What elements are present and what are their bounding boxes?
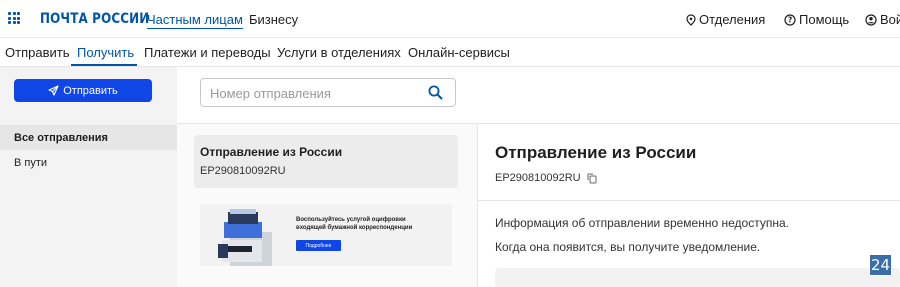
offices-label: Отделения (699, 12, 766, 27)
promo-text: Воспользуйтесь услугой оцифровки входяще… (296, 217, 413, 231)
active-tab-underline (71, 64, 137, 66)
subnav-payments[interactable]: Платежи и переводы (144, 45, 271, 60)
tracking-search (200, 78, 456, 107)
location-pin-icon (686, 13, 696, 26)
corner-badge: 24 (869, 254, 892, 276)
help-label: Помощь (799, 12, 850, 27)
apps-grid-icon[interactable] (8, 12, 20, 24)
search-icon[interactable] (428, 85, 443, 100)
subnav-receive[interactable]: Получить (77, 45, 134, 60)
nav-private-persons[interactable]: Частным лицам (147, 12, 243, 29)
promo-details-button[interactable]: Подробнее (296, 240, 341, 251)
divider (478, 200, 900, 201)
shipment-detail-title: Отправление из России (495, 143, 697, 162)
help-icon: ? (784, 13, 796, 26)
shipment-detail-id-value: EP290810092RU (495, 172, 581, 184)
login-label: Вой (880, 12, 900, 27)
nav-business[interactable]: Бизнесу (249, 12, 298, 27)
unavailable-message: Информация об отправлении временно недос… (495, 216, 789, 230)
shipment-detail-id: EP290810092RU (495, 172, 597, 184)
divider (477, 123, 478, 287)
paper-plane-icon (48, 85, 59, 96)
help-link[interactable]: ? Помощь (784, 12, 849, 27)
subnav-office-services[interactable]: Услуги в отделениях (277, 45, 401, 60)
shipment-card[interactable]: Отправление из России EP290810092RU (194, 135, 458, 188)
sidebar-item-in-transit[interactable]: В пути (0, 150, 177, 175)
sidebar: Отправить Все отправления В пути (0, 67, 177, 287)
divider (177, 123, 900, 124)
sidebar-item-all-shipments[interactable]: Все отправления (0, 125, 177, 150)
logo[interactable]: ПОЧТА РОССИИ (40, 11, 149, 27)
detail-placeholder-box (495, 268, 900, 287)
notification-message: Когда она появится, вы получите уведомле… (495, 240, 761, 254)
tracking-number-input[interactable] (210, 85, 420, 101)
shipment-card-title: Отправление из России (200, 145, 343, 159)
subnav-online-services[interactable]: Онлайн-сервисы (408, 45, 510, 60)
subnav-send[interactable]: Отправить (5, 45, 69, 60)
send-button[interactable]: Отправить (14, 79, 152, 102)
promo-banner[interactable]: Воспользуйтесь услугой оцифровки входяще… (200, 204, 452, 266)
shipment-card-id: EP290810092RU (200, 165, 286, 177)
svg-text:?: ? (788, 15, 792, 24)
login-link[interactable]: Вой (865, 12, 900, 27)
copy-icon[interactable] (587, 173, 597, 184)
top-header: ПОЧТА РОССИИ Частным лицам Бизнесу Отдел… (0, 0, 900, 38)
offices-link[interactable]: Отделения (686, 12, 765, 27)
scanner-illustration-icon (218, 209, 272, 266)
user-icon (865, 13, 877, 26)
send-button-label: Отправить (63, 84, 118, 97)
sub-navigation: Отправить Получить Платежи и переводы Ус… (0, 38, 900, 67)
